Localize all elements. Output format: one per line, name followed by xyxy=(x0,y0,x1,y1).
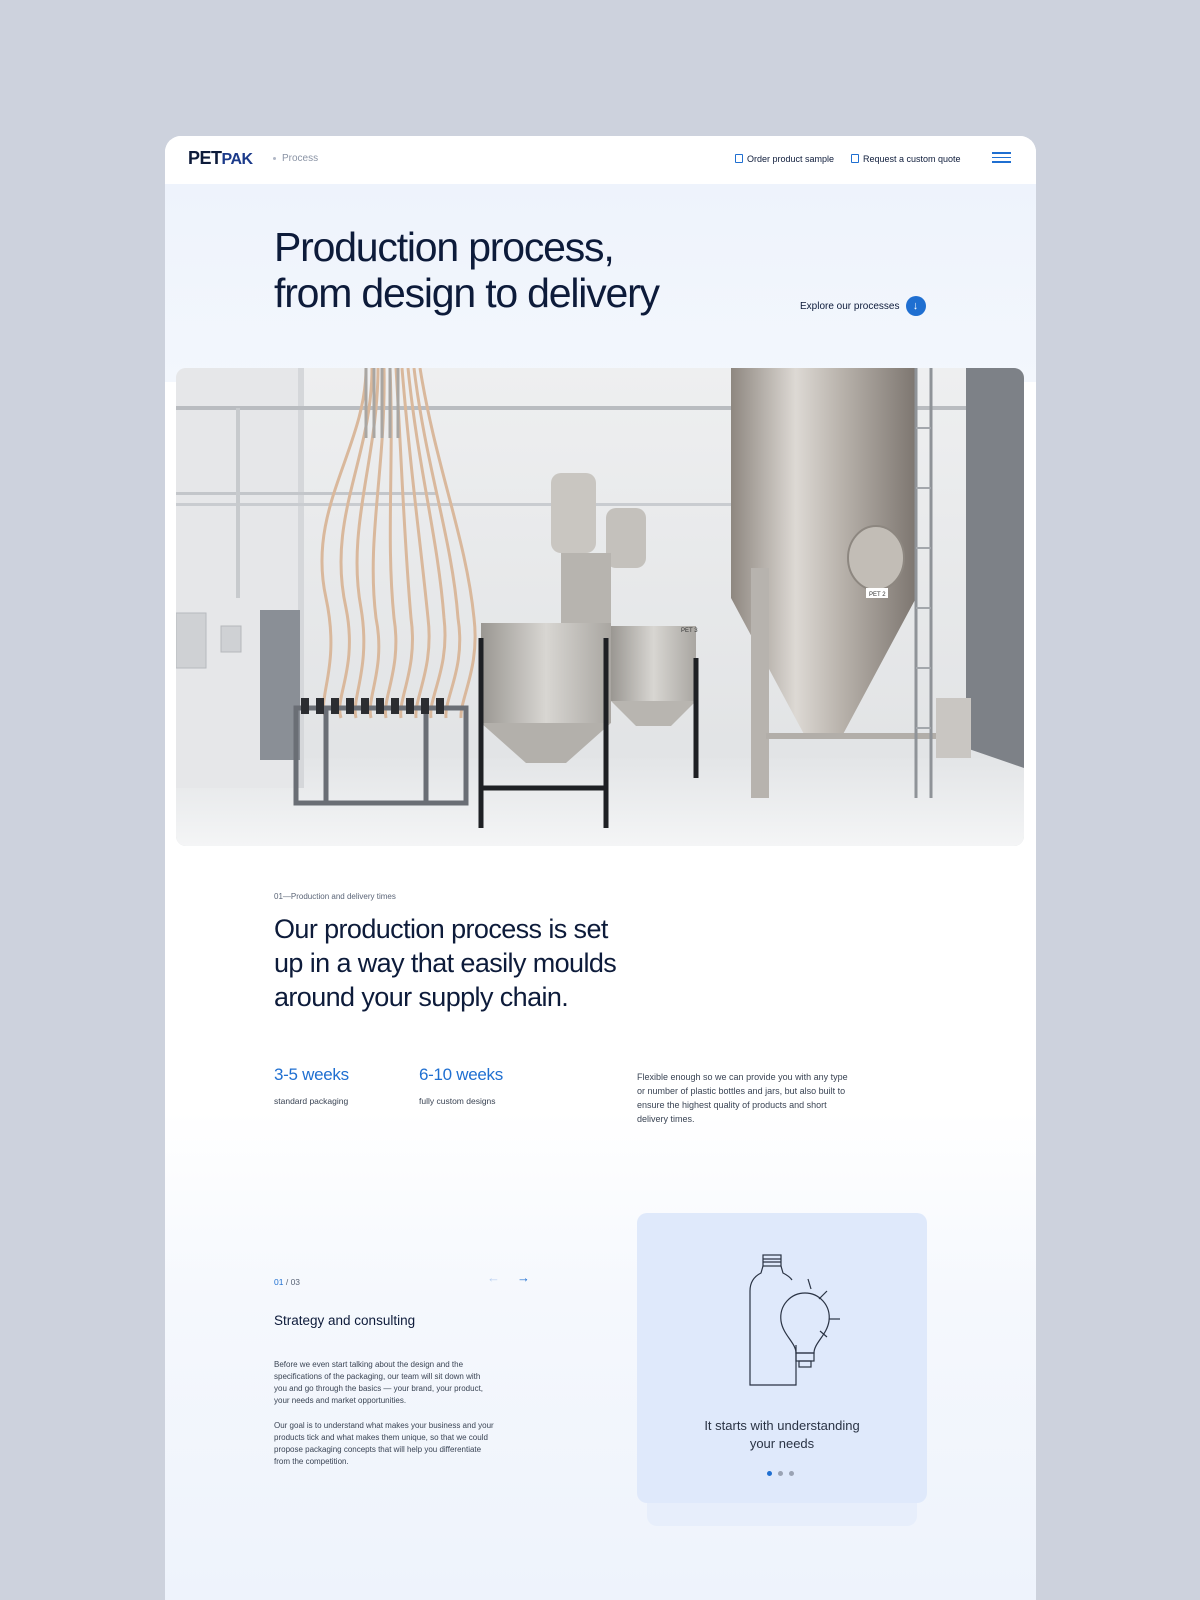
tank-label-pet3: PET 3 xyxy=(681,628,698,634)
slider-dot-2[interactable] xyxy=(778,1471,783,1476)
request-quote-link[interactable]: Request a custom quote xyxy=(851,154,961,164)
page-title: Production process, from design to delive… xyxy=(274,224,734,316)
menu-icon[interactable] xyxy=(992,152,1011,164)
slider-dots xyxy=(767,1471,794,1476)
logo[interactable]: PETPAK xyxy=(188,148,253,169)
order-sample-label: Order product sample xyxy=(747,154,835,164)
arrow-left-icon[interactable]: ← xyxy=(487,1270,500,1285)
slide-current: 01 xyxy=(274,1277,284,1287)
bottle-lightbulb-icon xyxy=(749,1254,840,1386)
lead-line1: Our production process is set xyxy=(274,914,608,944)
stat-standard-value: 3-5 weeks xyxy=(274,1065,349,1084)
page-card: PETPAK Process Order product sample Requ… xyxy=(165,136,1036,1600)
illustration-panel: It starts with understanding your needs xyxy=(637,1213,927,1503)
logo-pak: PAK xyxy=(221,151,254,168)
step-paragraph-2: Our goal is to understand what makes you… xyxy=(274,1421,494,1466)
lead-line2: up in a way that easily moulds xyxy=(274,948,617,978)
order-sample-link[interactable]: Order product sample xyxy=(735,154,834,164)
panel-caption-line2: your needs xyxy=(749,1436,815,1451)
logo-pet: PET xyxy=(188,148,222,168)
breadcrumb-dot-icon xyxy=(273,156,276,160)
section-eyebrow: 01—Production and delivery times xyxy=(274,892,396,901)
hero: Production process, from design to delive… xyxy=(165,184,1036,382)
stat-custom-label: fully custom designs xyxy=(419,1096,496,1106)
page-title-line2: from design to delivery xyxy=(274,270,660,316)
explore-label: Explore our processes xyxy=(800,300,900,312)
section-description: Flexible enough so we can provide you wi… xyxy=(637,1072,848,1124)
stat-standard-label: standard packaging xyxy=(274,1096,349,1106)
factory-photo: PET 3 PET 2 xyxy=(176,368,1024,846)
stat-custom-value: 6-10 weeks xyxy=(419,1065,503,1084)
breadcrumb: Process xyxy=(273,153,318,164)
document-icon xyxy=(735,154,743,163)
slider-dot-3[interactable] xyxy=(789,1471,794,1476)
production-times-section: 01—Production and delivery times Our pro… xyxy=(165,846,1036,1600)
request-quote-label: Request a custom quote xyxy=(863,154,961,164)
arrow-down-icon: ↓ xyxy=(905,296,926,316)
site-header: PETPAK Process Order product sample Requ… xyxy=(165,136,1036,184)
step-paragraph-1: Before we even start talking about the d… xyxy=(274,1360,484,1405)
panel-caption: It starts with understanding your needs xyxy=(637,1417,927,1453)
lead-line3: around your supply chain. xyxy=(274,982,569,1012)
arrow-right-icon[interactable]: → xyxy=(517,1270,530,1285)
panel-caption-line1: It starts with understanding xyxy=(704,1418,860,1433)
explore-processes-button[interactable]: Explore our processes ↓ xyxy=(800,296,926,316)
breadcrumb-label[interactable]: Process xyxy=(282,153,318,164)
slide-total: / 03 xyxy=(285,1277,301,1287)
step-title: Strategy and consulting xyxy=(274,1313,416,1328)
document-icon xyxy=(851,154,859,163)
slide-counter: 01 / 03 xyxy=(274,1277,300,1287)
slider-dot-1[interactable] xyxy=(767,1471,772,1476)
section-lead: Our production process is set up in a way… xyxy=(274,912,674,1014)
page-title-line1: Production process, xyxy=(274,224,615,270)
factory-illustration: PET 3 PET 2 xyxy=(176,368,1024,846)
tank-label-pet2: PET 2 xyxy=(869,592,886,598)
